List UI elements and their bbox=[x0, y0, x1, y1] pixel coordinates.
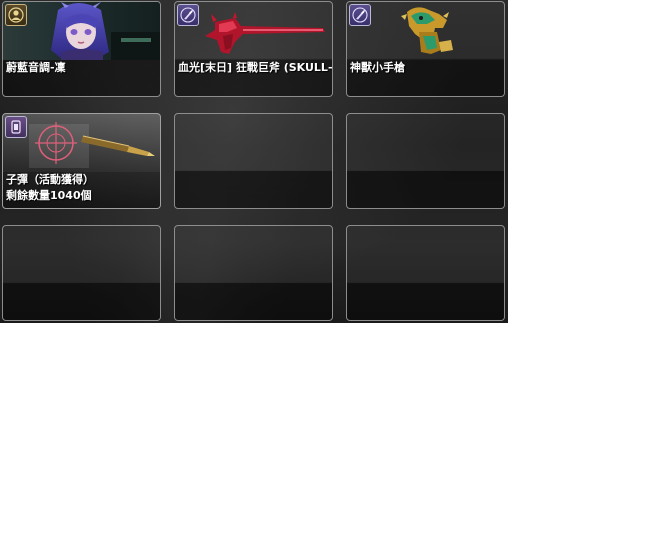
inventory-slot-6[interactable] bbox=[346, 113, 505, 209]
slot-item-name: 子彈（活動獲得） bbox=[6, 173, 94, 186]
slot-label-band bbox=[347, 283, 504, 320]
character-icon bbox=[5, 4, 27, 26]
weapon-icon bbox=[177, 4, 199, 26]
slot-item-quantity: 剩餘數量1040個 bbox=[6, 189, 92, 202]
slot-label-band bbox=[175, 171, 332, 208]
inventory-slot-1[interactable]: 蔚藍音調-凜 bbox=[2, 1, 161, 97]
inventory-slot-9[interactable] bbox=[346, 225, 505, 321]
slot-label-band bbox=[347, 171, 504, 208]
slot-item-name: 神獸小手槍 bbox=[350, 61, 405, 74]
slot-item-name: 蔚藍音調-凜 bbox=[6, 61, 66, 74]
weapon-icon bbox=[349, 4, 371, 26]
inventory-slot-7[interactable] bbox=[2, 225, 161, 321]
inventory-slot-5[interactable] bbox=[174, 113, 333, 209]
item-icon bbox=[5, 116, 27, 138]
inventory-slot-3[interactable]: 神獸小手槍 bbox=[346, 1, 505, 97]
inventory-slot-4[interactable]: 子彈（活動獲得） 剩餘數量1040個 bbox=[2, 113, 161, 209]
slot-label-band bbox=[175, 283, 332, 320]
inventory-panel: 蔚藍音調-凜 血光[末日] 狂戰巨斧 (SKULL-9) 神獸小手槍 子彈（活動… bbox=[0, 0, 508, 323]
inventory-slot-2[interactable]: 血光[末日] 狂戰巨斧 (SKULL-9) bbox=[174, 1, 333, 97]
inventory-slot-8[interactable] bbox=[174, 225, 333, 321]
slot-item-name: 血光[末日] 狂戰巨斧 (SKULL-9) bbox=[178, 61, 333, 74]
slot-label-band bbox=[3, 283, 160, 320]
